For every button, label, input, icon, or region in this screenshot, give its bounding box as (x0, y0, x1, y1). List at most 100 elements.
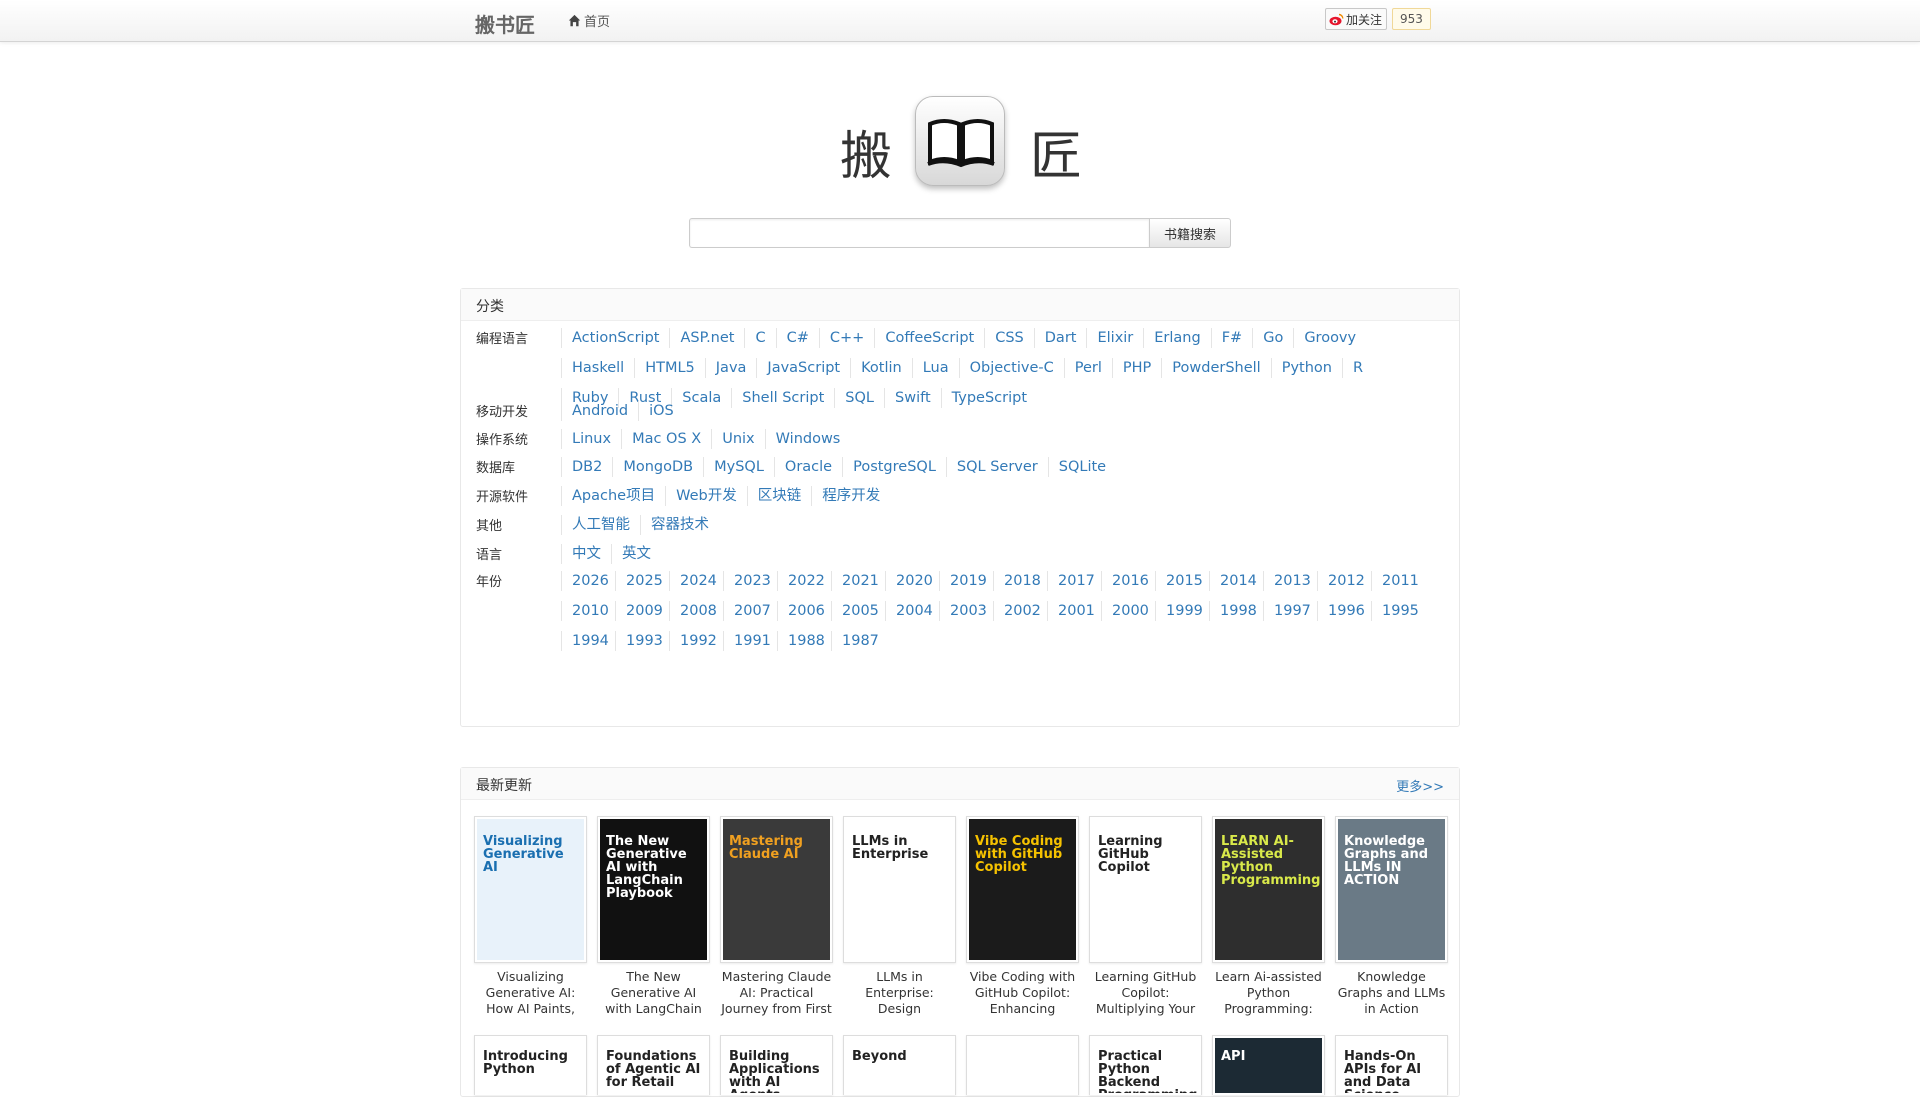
category-link[interactable]: 1994 (561, 631, 615, 651)
category-link[interactable]: MySQL (703, 457, 774, 477)
book-item[interactable]: Learning GitHub Copilot Learning GitHub C… (1089, 816, 1202, 1017)
category-link[interactable]: iOS (638, 401, 684, 421)
book-item[interactable] (966, 1035, 1079, 1095)
category-link[interactable]: JavaScript (756, 358, 850, 378)
book-cover[interactable]: The New Generative AI with LangChain Pla… (597, 816, 710, 963)
book-item[interactable]: Introducing Python (474, 1035, 587, 1095)
category-link[interactable]: Lua (911, 358, 959, 378)
search-button[interactable]: 书籍搜索 (1149, 218, 1231, 248)
book-title[interactable]: Mastering Claude AI: Practical Journey f… (720, 969, 833, 1017)
category-link[interactable]: PostgreSQL (842, 457, 946, 477)
category-link[interactable]: 2023 (723, 571, 777, 591)
category-link[interactable]: C# (775, 328, 819, 348)
category-link[interactable]: Mac OS X (621, 429, 711, 449)
category-link[interactable]: 2000 (1101, 601, 1155, 621)
category-link[interactable]: Windows (764, 429, 851, 449)
category-link[interactable]: 2017 (1047, 571, 1101, 591)
category-link[interactable]: 1995 (1371, 601, 1425, 621)
search-input[interactable] (689, 218, 1149, 248)
book-title[interactable]: Learn Ai-assisted Python Programming: (1212, 969, 1325, 1017)
category-link[interactable]: 1999 (1155, 601, 1209, 621)
category-link[interactable]: Web开发 (665, 486, 747, 506)
book-title[interactable]: LLMs in Enterprise: Design strategies, p… (843, 969, 956, 1017)
category-link[interactable]: 程序开发 (811, 486, 890, 506)
category-link[interactable]: 2011 (1371, 571, 1425, 591)
category-link[interactable]: CoffeeScript (874, 328, 984, 348)
book-cover[interactable]: API (1212, 1035, 1325, 1095)
category-link[interactable]: ActionScript (561, 328, 669, 348)
category-link[interactable]: 1998 (1209, 601, 1263, 621)
category-link[interactable]: Erlang (1143, 328, 1210, 348)
book-item[interactable]: API (1212, 1035, 1325, 1095)
book-item[interactable]: Practical Python Backend Programming (1089, 1035, 1202, 1095)
book-item[interactable]: Visualizing Generative AI Visualizing Gen… (474, 816, 587, 1017)
category-link[interactable]: 1991 (723, 631, 777, 651)
book-title[interactable]: Knowledge Graphs and LLMs in Action (1335, 969, 1448, 1017)
category-link[interactable]: 2026 (561, 571, 615, 591)
category-link[interactable]: PowderShell (1161, 358, 1270, 378)
book-item[interactable]: Mastering Claude AI Mastering Claude AI: … (720, 816, 833, 1017)
category-link[interactable]: 2021 (831, 571, 885, 591)
category-link[interactable]: 2014 (1209, 571, 1263, 591)
category-link[interactable]: PHP (1111, 358, 1161, 378)
category-link[interactable]: CSS (984, 328, 1034, 348)
category-link[interactable]: R (1341, 358, 1373, 378)
book-item[interactable]: Building Applications with AI Agents (720, 1035, 833, 1095)
category-link[interactable]: Objective-C (958, 358, 1064, 378)
category-link[interactable]: Go (1252, 328, 1293, 348)
category-link[interactable]: 2024 (669, 571, 723, 591)
category-link[interactable]: Elixir (1086, 328, 1143, 348)
category-link[interactable]: ASP.net (669, 328, 744, 348)
category-link[interactable]: 1996 (1317, 601, 1371, 621)
category-link[interactable]: Dart (1033, 328, 1087, 348)
category-link[interactable]: C++ (818, 328, 874, 348)
book-cover[interactable]: Learning GitHub Copilot (1089, 816, 1202, 963)
category-link[interactable]: Linux (561, 429, 621, 449)
category-link[interactable]: 2016 (1101, 571, 1155, 591)
book-item[interactable]: Vibe Coding with GitHub Copilot Vibe Codi… (966, 816, 1079, 1017)
book-item[interactable]: The New Generative AI with LangChain Pla… (597, 816, 710, 1017)
category-link[interactable]: 2018 (993, 571, 1047, 591)
book-cover[interactable]: Visualizing Generative AI (474, 816, 587, 963)
book-title[interactable]: Vibe Coding with GitHub Copilot: Enhanci… (966, 969, 1079, 1017)
category-link[interactable]: 2015 (1155, 571, 1209, 591)
category-link[interactable]: Java (704, 358, 757, 378)
category-link[interactable]: F# (1210, 328, 1253, 348)
book-title[interactable]: The New Generative AI with LangChain (597, 969, 710, 1017)
book-cover[interactable]: Hands-On APIs for AI and Data Science (1335, 1035, 1448, 1095)
category-link[interactable]: Oracle (773, 457, 842, 477)
category-link[interactable]: 2004 (885, 601, 939, 621)
book-item[interactable]: Knowledge Graphs and LLMs IN ACTION Knowl… (1335, 816, 1448, 1017)
category-link[interactable]: Unix (711, 429, 764, 449)
more-link[interactable]: 更多>> (1396, 776, 1444, 795)
book-cover[interactable]: Vibe Coding with GitHub Copilot (966, 816, 1079, 963)
category-link[interactable]: 2003 (939, 601, 993, 621)
book-cover[interactable]: Building Applications with AI Agents (720, 1035, 833, 1095)
nav-home-link[interactable]: 首页 (568, 11, 610, 30)
category-link[interactable]: 1997 (1263, 601, 1317, 621)
category-link[interactable]: Perl (1063, 358, 1112, 378)
book-item[interactable]: Beyond (843, 1035, 956, 1095)
category-link[interactable]: 1987 (831, 631, 885, 651)
brand-link[interactable]: 搬书匠 (475, 9, 535, 38)
category-link[interactable]: 2008 (669, 601, 723, 621)
category-link[interactable]: 1988 (777, 631, 831, 651)
category-link[interactable]: 2013 (1263, 571, 1317, 591)
category-link[interactable]: Kotlin (850, 358, 912, 378)
category-link[interactable]: SQLite (1047, 457, 1116, 477)
category-link[interactable]: 2005 (831, 601, 885, 621)
book-cover[interactable]: Mastering Claude AI (720, 816, 833, 963)
book-cover[interactable]: Practical Python Backend Programming (1089, 1035, 1202, 1095)
category-link[interactable]: 1992 (669, 631, 723, 651)
book-cover[interactable]: Introducing Python (474, 1035, 587, 1095)
category-link[interactable]: Haskell (561, 358, 634, 378)
category-link[interactable]: 2007 (723, 601, 777, 621)
category-link[interactable]: 人工智能 (561, 515, 640, 535)
category-link[interactable]: 2002 (993, 601, 1047, 621)
category-link[interactable]: C (744, 328, 775, 348)
book-cover[interactable]: LLMs in Enterprise (843, 816, 956, 963)
book-cover[interactable] (966, 1035, 1079, 1095)
category-link[interactable]: Python (1270, 358, 1342, 378)
book-title[interactable]: Visualizing Generative AI: How AI Paints… (474, 969, 587, 1017)
category-link[interactable]: MongoDB (612, 457, 703, 477)
